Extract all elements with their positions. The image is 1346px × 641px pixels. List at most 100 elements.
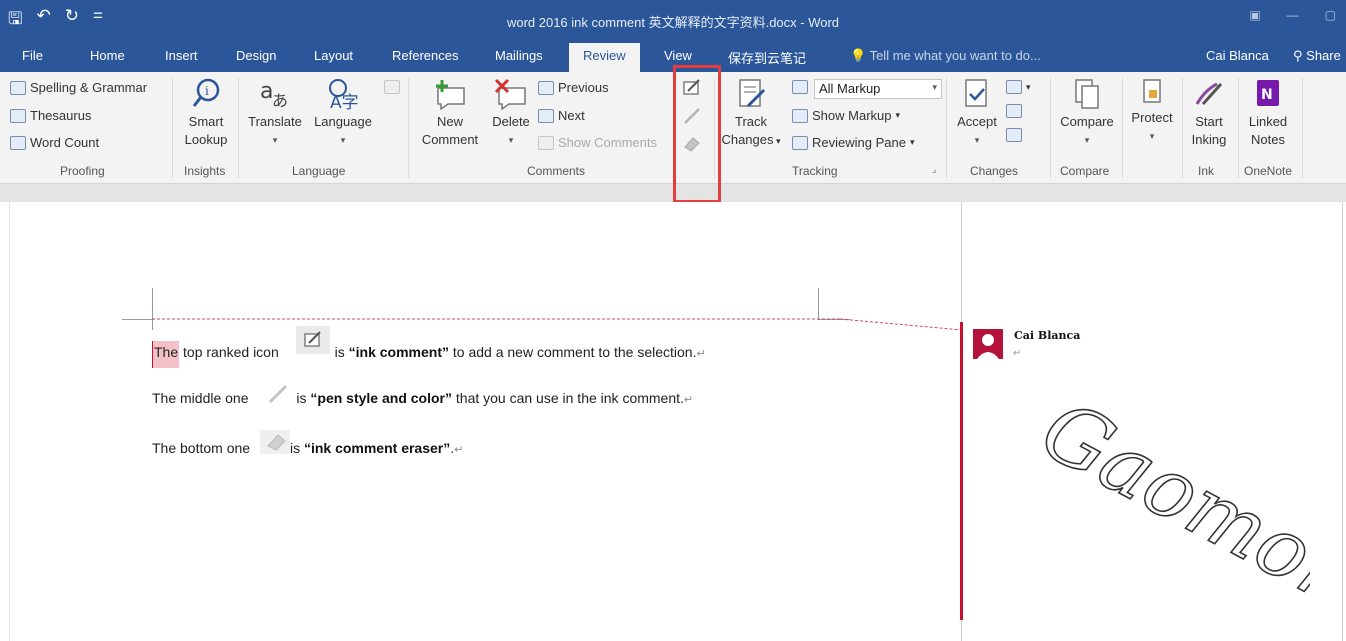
start-inking-button[interactable]: Start Inking xyxy=(1184,78,1234,149)
crop-mark xyxy=(818,319,850,320)
window-title: word 2016 ink comment 英文解释的文字资料.docx - W… xyxy=(506,15,840,30)
track-changes-button[interactable]: Track Changes ▾ xyxy=(718,78,784,150)
tab-mailings[interactable]: Mailings xyxy=(495,48,543,63)
reject-button[interactable]: ▾ xyxy=(1006,80,1031,94)
new-comment-icon xyxy=(436,80,465,110)
reviewing-pane-icon xyxy=(792,135,808,150)
lookup-label: Lookup xyxy=(184,132,228,147)
delete-comment-button[interactable]: Delete ▾ xyxy=(488,78,534,149)
tab-insert[interactable]: Insert xyxy=(165,48,198,63)
paragraph-mark: ↵ xyxy=(696,348,706,360)
next-comment-icon xyxy=(538,108,554,123)
maximize-icon[interactable]: ▢ xyxy=(1325,8,1336,22)
pen-style-icon xyxy=(268,384,288,404)
tab-review[interactable]: Review xyxy=(569,43,640,72)
thesaurus-button[interactable]: Thesaurus xyxy=(10,108,91,123)
language-label: Language xyxy=(314,114,372,129)
paragraph-mark: ↵ xyxy=(454,444,464,456)
smart-lookup-button[interactable]: i Smart Lookup xyxy=(180,78,232,149)
chevron-down-icon: ▾ xyxy=(932,82,937,92)
paragraph-1[interactable]: The top ranked icon is “ink comment” to … xyxy=(152,341,706,368)
ribbon-display-icon[interactable]: ▣ xyxy=(1249,8,1260,22)
compare-button[interactable]: Compare ▾ xyxy=(1054,78,1120,149)
tracking-options-launcher-icon[interactable]: ⌟ xyxy=(932,164,936,175)
thesaurus-label: Thesaurus xyxy=(30,108,92,123)
language-button[interactable]: A字 Language ▾ xyxy=(310,78,376,149)
pen-icon xyxy=(1195,82,1223,106)
person-icon xyxy=(977,334,999,359)
spelling-grammar-button[interactable]: Spelling & Grammar xyxy=(10,80,147,95)
previous-change-button[interactable] xyxy=(1006,104,1022,118)
new-label: New xyxy=(436,114,463,129)
paragraph-2[interactable]: The middle one is “pen style and color” … xyxy=(152,390,693,406)
thesaurus-icon xyxy=(10,108,26,123)
inline-ink-comment-image xyxy=(296,326,330,354)
comment-label: Comment xyxy=(421,132,479,147)
svg-text:A字: A字 xyxy=(330,93,359,110)
share-button[interactable]: ⚲ Share xyxy=(1293,48,1341,64)
language-icon: A字 xyxy=(329,79,359,110)
reviewing-pane-label: Reviewing Pane xyxy=(812,135,906,150)
word-count-icon xyxy=(10,135,26,150)
next-change-button[interactable] xyxy=(1006,128,1022,142)
selected-word[interactable]: The xyxy=(152,341,180,368)
tab-layout[interactable]: Layout xyxy=(314,48,353,63)
accept-button[interactable]: Accept ▾ xyxy=(952,78,1002,149)
new-comment-button[interactable]: New Comment xyxy=(414,78,486,149)
reviewing-pane-button[interactable]: Reviewing Pane ▾ xyxy=(792,135,914,150)
show-markup-button[interactable]: Show Markup ▾ xyxy=(792,108,900,123)
line1-post: to add a new comment to the selection. xyxy=(449,344,697,360)
document-page[interactable]: The top ranked icon is “ink comment” to … xyxy=(9,202,960,641)
linked-notes-button[interactable]: N Linked Notes xyxy=(1242,78,1294,149)
highlight-box xyxy=(673,65,721,203)
translate-button[interactable]: a あ Translate ▾ xyxy=(244,78,306,149)
line3-bold: “ink comment eraser” xyxy=(303,440,451,456)
paragraph-3[interactable]: The bottom one is “ink comment eraser”.↵ xyxy=(152,440,463,456)
chevron-down-icon: ▾ xyxy=(974,135,980,145)
group-separator xyxy=(1238,78,1239,178)
linked-label: Linked xyxy=(1248,114,1288,129)
share-label: Share xyxy=(1306,48,1341,63)
tell-me-search[interactable]: 💡 Tell me what you want to do... xyxy=(850,48,1041,64)
group-separator xyxy=(1122,78,1123,178)
comment-author: Cai Blanca xyxy=(1014,329,1081,342)
start-label: Start xyxy=(1195,114,1223,129)
smart-label: Smart xyxy=(188,114,224,129)
minimize-icon[interactable]: — xyxy=(1287,8,1299,22)
lightbulb-icon: 💡 xyxy=(850,48,867,63)
tab-save-to-cloud-notes[interactable]: 保存到云笔记 xyxy=(728,48,806,67)
paragraph-mark: ↵ xyxy=(683,394,694,406)
next-label: Next xyxy=(558,108,585,123)
display-for-review-dropdown[interactable]: All Markup ▾ xyxy=(814,79,942,99)
crop-mark xyxy=(818,288,819,320)
tab-home[interactable]: Home xyxy=(90,48,125,63)
language-options-button[interactable] xyxy=(384,80,400,94)
show-comments-button[interactable]: Show Comments xyxy=(538,135,657,150)
show-markup-icon xyxy=(792,108,808,123)
group-separator xyxy=(946,78,947,178)
word-count-label: Word Count xyxy=(30,135,100,150)
previous-comment-button[interactable]: Previous xyxy=(538,80,609,95)
window-controls: ▣ — ▢ xyxy=(1249,8,1336,22)
previous-label: Previous xyxy=(558,80,609,95)
line3-text: The bottom one xyxy=(152,440,251,456)
protect-button[interactable]: Protect ▾ xyxy=(1124,78,1180,145)
accept-icon xyxy=(965,79,987,107)
crop-mark xyxy=(152,288,153,330)
word-count-button[interactable]: Word Count xyxy=(10,135,99,150)
inking-label: Inking xyxy=(1191,132,1227,147)
tab-references[interactable]: References xyxy=(392,48,458,63)
compare-icon xyxy=(1075,79,1099,109)
delete-label: Delete xyxy=(492,114,530,129)
changes-label: Changes xyxy=(721,132,774,147)
translate-label: Translate xyxy=(248,114,302,129)
ink-comment-drawing[interactable]: Gaomon xyxy=(1010,362,1310,622)
tab-view[interactable]: View xyxy=(664,48,692,63)
group-label-changes: Changes xyxy=(970,164,1019,178)
display-for-review-icon xyxy=(792,80,808,94)
tab-design[interactable]: Design xyxy=(236,48,276,63)
next-comment-button[interactable]: Next xyxy=(538,108,585,123)
tab-file[interactable]: File xyxy=(22,48,43,63)
user-name[interactable]: Cai Blanca xyxy=(1206,48,1269,63)
smart-lookup-icon: i xyxy=(192,78,220,107)
